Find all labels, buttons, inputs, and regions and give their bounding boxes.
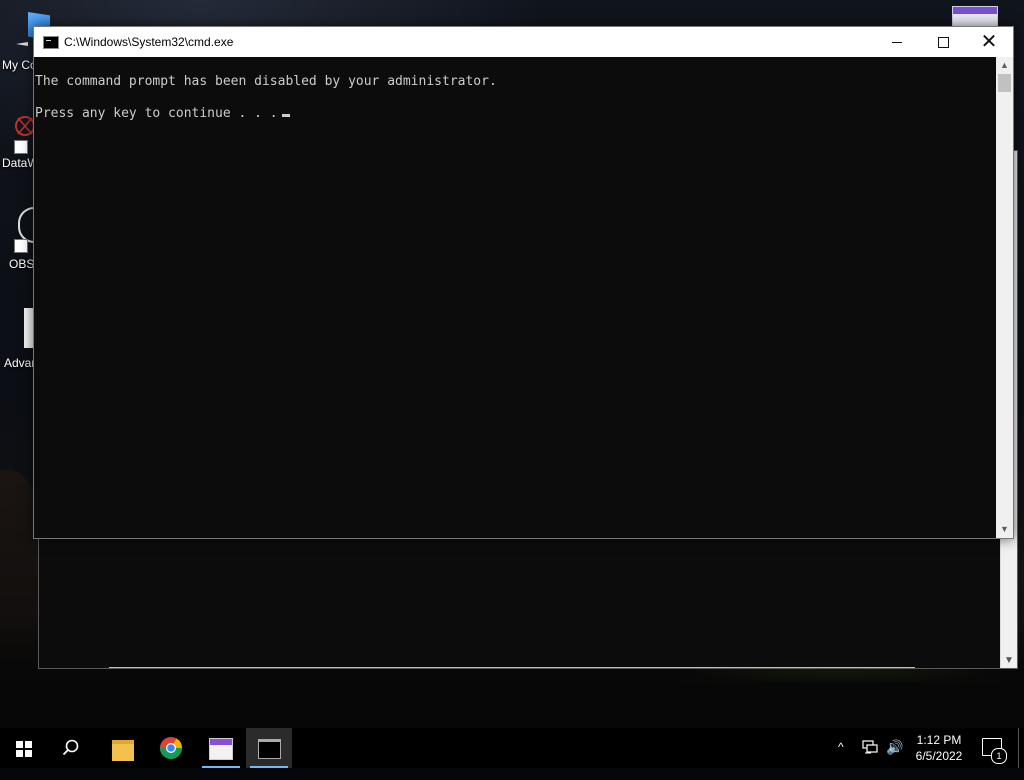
taskbar-chrome[interactable] xyxy=(148,728,194,768)
start-button[interactable] xyxy=(0,728,46,768)
cmd-titlebar[interactable]: C:\Windows\System32\cmd.exe ✕ xyxy=(34,27,1013,57)
app-window-icon xyxy=(209,738,233,760)
show-desktop-button[interactable] xyxy=(1018,728,1019,768)
volume-button[interactable]: 🔊 xyxy=(886,739,903,779)
scroll-thumb[interactable] xyxy=(998,74,1011,92)
scroll-up-icon[interactable]: ▲ xyxy=(996,57,1013,74)
minimize-icon xyxy=(892,42,902,43)
terminal-icon xyxy=(258,739,281,759)
taskbar-command-prompt[interactable] xyxy=(246,728,292,768)
maximize-icon xyxy=(938,37,949,48)
minimize-button[interactable] xyxy=(874,27,920,57)
console-line: Press any key to continue . . . xyxy=(35,106,278,121)
maximize-button[interactable] xyxy=(920,27,966,57)
cmd-app-icon[interactable] xyxy=(43,36,59,49)
clock-date: 6/5/2022 xyxy=(915,749,963,763)
console-line-prompt: Press any key to continue . . . xyxy=(35,106,290,121)
folder-icon xyxy=(112,740,134,761)
arrow-icon xyxy=(16,42,28,46)
clock-time: 1:12 PM xyxy=(916,733,962,747)
scroll-down-icon[interactable]: ▼ xyxy=(996,521,1013,538)
network-icon xyxy=(862,740,878,754)
window-title: C:\Windows\System32\cmd.exe xyxy=(64,35,234,49)
close-icon: ✕ xyxy=(980,31,998,53)
windows-logo-icon xyxy=(16,741,32,757)
search-icon xyxy=(62,739,79,756)
desktop-icon-label: My Co xyxy=(2,58,37,72)
background-window-divider xyxy=(109,667,915,668)
search-button[interactable] xyxy=(48,728,94,768)
system-clock[interactable]: 1:12 PM 6/5/2022 xyxy=(908,732,970,764)
volume-icon: 🔊 xyxy=(886,739,904,755)
cmd-window[interactable]: C:\Windows\System32\cmd.exe ✕ The comman… xyxy=(33,26,1014,539)
text-cursor xyxy=(281,114,290,117)
chrome-icon xyxy=(160,737,182,759)
chevron-down-icon[interactable]: ▼ xyxy=(1004,655,1014,666)
console-output[interactable]: The command prompt has been disabled by … xyxy=(34,57,996,538)
notification-count-badge: 1 xyxy=(991,748,1007,764)
shortcut-arrow-icon xyxy=(14,239,28,253)
taskbar: ^ 🔊 1:12 PM 6/5/2022 1 xyxy=(0,728,1024,768)
chevron-up-icon: ^ xyxy=(838,740,844,754)
show-hidden-icons-button[interactable]: ^ xyxy=(838,740,844,780)
cmd-scrollbar[interactable]: ▲ ▼ xyxy=(996,57,1013,538)
console-line: The command prompt has been disabled by … xyxy=(35,74,497,89)
taskbar-notepad-app[interactable] xyxy=(198,728,244,768)
desktop-icon-label: OBS xyxy=(9,257,35,271)
taskbar-file-explorer[interactable] xyxy=(100,728,146,768)
shortcut-arrow-icon xyxy=(14,140,28,154)
network-button[interactable] xyxy=(862,740,878,780)
close-button[interactable]: ✕ xyxy=(966,27,1012,57)
